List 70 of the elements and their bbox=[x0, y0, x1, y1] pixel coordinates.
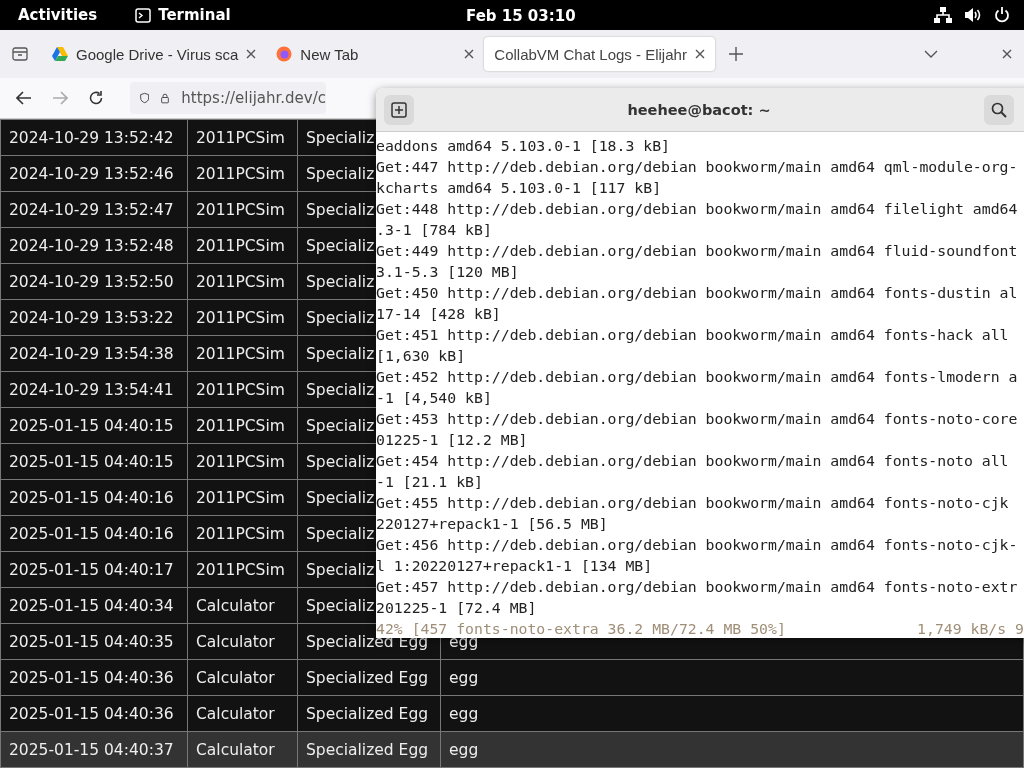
table-cell: 2011PCSim bbox=[187, 407, 298, 444]
table-cell: 2025-01-15 04:40:17 bbox=[0, 551, 188, 588]
table-cell: Specialized Egg bbox=[297, 659, 441, 696]
table-cell: Calculator bbox=[187, 659, 298, 696]
table-cell: egg bbox=[440, 695, 1024, 732]
close-icon[interactable] bbox=[1002, 49, 1012, 59]
table-cell: Calculator bbox=[187, 731, 298, 768]
table-cell: 2024-10-29 13:54:38 bbox=[0, 335, 188, 372]
browser-tab[interactable]: Google Drive - Virus sca bbox=[42, 37, 267, 71]
table-cell: Specialized Egg bbox=[297, 695, 441, 732]
table-cell: 2011PCSim bbox=[187, 227, 298, 264]
table-cell: 2011PCSim bbox=[187, 191, 298, 228]
clock[interactable]: Feb 15 03:10 bbox=[466, 7, 576, 25]
table-cell: Specialized Egg bbox=[297, 731, 441, 768]
volume-icon[interactable] bbox=[964, 7, 982, 23]
table-cell: 2011PCSim bbox=[187, 551, 298, 588]
table-cell: 2025-01-15 04:40:37 bbox=[0, 731, 188, 768]
fox-globe-icon bbox=[276, 46, 293, 62]
table-cell: egg bbox=[440, 731, 1024, 768]
chevron-down-icon[interactable] bbox=[924, 50, 938, 58]
plus-box-icon bbox=[391, 101, 407, 118]
reload-icon[interactable] bbox=[88, 90, 104, 106]
table-cell: 2011PCSim bbox=[187, 479, 298, 516]
close-icon[interactable] bbox=[694, 49, 705, 59]
terminal-icon bbox=[135, 7, 152, 23]
new-tab-icon[interactable] bbox=[728, 47, 743, 61]
table-cell: 2025-01-15 04:40:36 bbox=[0, 695, 188, 732]
table-cell: 2025-01-15 04:40:16 bbox=[0, 479, 188, 516]
browser-tab[interactable]: CollabVM Chat Logs - Elijahr bbox=[484, 37, 715, 71]
search-icon bbox=[991, 101, 1007, 118]
table-cell: 2011PCSim bbox=[187, 371, 298, 408]
table-cell: 2011PCSim bbox=[187, 515, 298, 552]
table-cell: 2025-01-15 04:40:34 bbox=[0, 587, 188, 624]
table-cell: 2025-01-15 04:40:15 bbox=[0, 443, 188, 480]
app-menu-label[interactable]: Terminal bbox=[158, 6, 231, 24]
table-cell: 2011PCSim bbox=[187, 443, 298, 480]
window-title: heehee@bacot: ~ bbox=[626, 101, 772, 118]
table-cell: 2024-10-29 13:54:41 bbox=[0, 371, 188, 408]
table-cell: 2011PCSim bbox=[187, 263, 298, 300]
tab-list-icon[interactable] bbox=[12, 47, 28, 61]
table-cell: 2024-10-29 13:52:42 bbox=[0, 119, 188, 156]
shield-icon[interactable] bbox=[140, 90, 150, 106]
table-cell: 2011PCSim bbox=[187, 299, 298, 336]
table-cell: Calculator bbox=[187, 623, 298, 660]
table-cell: egg bbox=[440, 659, 1024, 696]
table-cell: 2024-10-29 13:52:48 bbox=[0, 227, 188, 264]
table-cell: 2024-10-29 13:52:46 bbox=[0, 155, 188, 192]
table-cell: 2025-01-15 04:40:16 bbox=[0, 515, 188, 552]
power-icon[interactable] bbox=[994, 7, 1010, 23]
table-cell: 2011PCSim bbox=[187, 335, 298, 372]
close-icon[interactable] bbox=[246, 49, 257, 59]
table-cell: 2025-01-15 04:40:15 bbox=[0, 407, 188, 444]
browser-tab[interactable]: New Tab bbox=[266, 37, 485, 71]
network-icon[interactable] bbox=[934, 7, 952, 23]
table-cell: Calculator bbox=[187, 695, 298, 732]
table-cell: 2024-10-29 13:52:47 bbox=[0, 191, 188, 228]
table-cell: Calculator bbox=[187, 587, 298, 624]
table-cell: 2011PCSim bbox=[187, 155, 298, 192]
new-tab-button[interactable] bbox=[384, 94, 414, 125]
activities-button[interactable]: Activities bbox=[18, 6, 98, 24]
search-button[interactable] bbox=[984, 94, 1014, 125]
triangle-logo-icon bbox=[52, 47, 68, 61]
address-bar[interactable]: https://elijahr.dev/c bbox=[130, 82, 326, 114]
table-cell: 2024-10-29 13:53:22 bbox=[0, 299, 188, 336]
close-icon[interactable] bbox=[464, 49, 475, 59]
table-cell: 2025-01-15 04:40:35 bbox=[0, 623, 188, 660]
table-cell: 2011PCSim bbox=[187, 119, 298, 156]
table-cell: 2024-10-29 13:52:50 bbox=[0, 263, 188, 300]
back-icon[interactable] bbox=[16, 91, 32, 105]
table-cell: 2025-01-15 04:40:36 bbox=[0, 659, 188, 696]
